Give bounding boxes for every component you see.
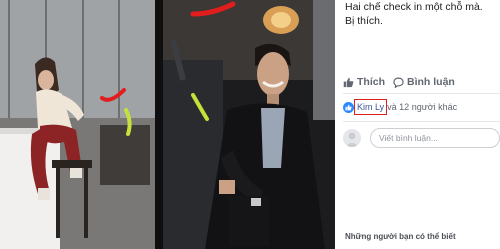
comment-input[interactable]: Viết bình luận... xyxy=(370,128,500,148)
photo-woman-on-stool[interactable] xyxy=(0,0,155,249)
reactions-divider xyxy=(343,121,500,122)
comment-button-label: Bình luận xyxy=(407,76,455,88)
photo-man-illustration xyxy=(163,0,335,249)
reactions-summary[interactable]: Kim Ly và 12 người khác xyxy=(343,99,457,115)
people-you-may-know-heading: Những người bạn có thể biết xyxy=(345,232,456,241)
photo-man-smiling[interactable] xyxy=(163,0,335,249)
avatar-icon xyxy=(343,129,361,147)
post-panel: Hai chế check in một chỗ mà. Bị thích. T… xyxy=(335,0,500,249)
like-badge-icon xyxy=(343,101,354,113)
comment-bubble-icon xyxy=(393,77,404,88)
comment-composer: Viết bình luận... xyxy=(343,127,500,149)
reactor-others-text[interactable]: và 12 người khác xyxy=(387,102,457,112)
actions-divider xyxy=(343,93,500,94)
post-actions: Thích Bình luận xyxy=(343,74,463,90)
post-caption-line-2: Bị thích. xyxy=(345,15,383,27)
like-button-label: Thích xyxy=(357,76,385,88)
photo-woman-illustration xyxy=(0,0,155,249)
comment-button[interactable]: Bình luận xyxy=(393,76,455,88)
post-text: Hai chế check in một chỗ mà. Bị thích. xyxy=(345,0,495,28)
thumbs-up-icon xyxy=(343,77,354,87)
reactor-name-link[interactable]: Kim Ly xyxy=(353,99,388,115)
like-button[interactable]: Thích xyxy=(343,76,385,88)
photo-divider xyxy=(155,0,163,249)
post-caption-line-1: Hai chế check in một chỗ mà. xyxy=(345,1,483,13)
